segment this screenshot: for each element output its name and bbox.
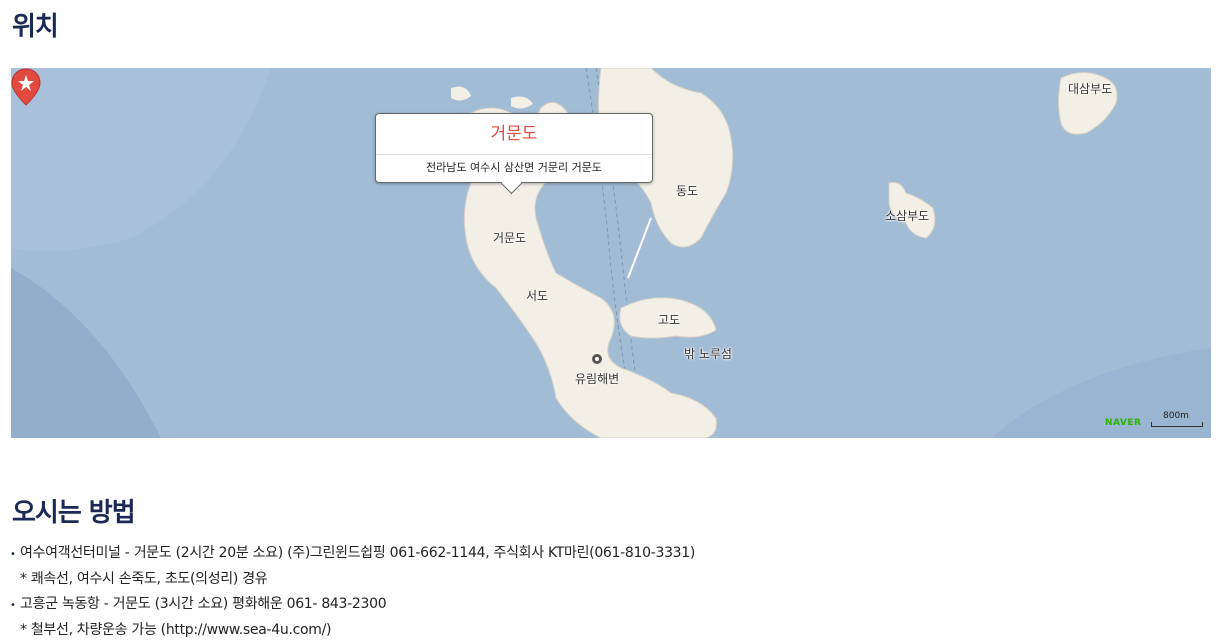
bullet-icon: • <box>10 600 16 611</box>
location-title: 위치 <box>12 12 59 42</box>
label-sosambudo: 소삼부도 <box>885 209 930 223</box>
bullet-icon: • <box>10 549 16 560</box>
label-geomundo: 거문도 <box>493 231 527 245</box>
direction-note: * 쾌속선, 여수시 손죽도, 초도(의성리) 경유 <box>10 567 695 592</box>
direction-item: • 고흥군 녹동항 - 거문도 (3시간 소요) 평화해운 061- 843-23… <box>10 592 695 618</box>
label-bakkorusom: 밖 노루섬 <box>684 347 732 361</box>
map-scale: 800m <box>1151 411 1203 427</box>
scale-label: 800m <box>1163 411 1189 421</box>
direction-note: * 철부선, 차량운송 가능 (http://www.sea-4u.com/) <box>10 618 695 643</box>
beach-icon <box>592 354 602 364</box>
direction-note-text: * 쾌속선, 여수시 손죽도, 초도(의성리) 경유 <box>20 571 268 587</box>
scale-bar <box>1151 422 1203 427</box>
label-daesambudo: 대삼부도 <box>1068 82 1113 96</box>
label-seodo: 서도 <box>526 289 549 303</box>
direction-item: • 여수여객선터미널 - 거문도 (2시간 20분 소요) (주)그린윈드쉽핑 0… <box>10 541 695 567</box>
directions-title: 오시는 방법 <box>12 498 136 528</box>
map[interactable]: 거문도 동도 서도 고도 밖 노루섬 유림해변 대삼부도 소삼부도 거문도 전라… <box>11 68 1211 438</box>
direction-main: 여수여객선터미널 - 거문도 (2시간 20분 소요) (주)그린윈드쉽핑 06… <box>20 545 696 561</box>
location-popup[interactable]: 거문도 전라남도 여수시 삼산면 거문리 거문도 <box>375 113 653 195</box>
label-dongdo: 동도 <box>676 184 699 198</box>
direction-main: 고흥군 녹동항 - 거문도 (3시간 소요) 평화해운 061- 843-230… <box>20 596 387 612</box>
directions-list: • 여수여객선터미널 - 거문도 (2시간 20분 소요) (주)그린윈드쉽핑 0… <box>10 541 695 643</box>
location-marker-icon[interactable] <box>11 68 41 106</box>
direction-note-text: * 철부선, 차량운송 가능 (http://www.sea-4u.com/) <box>20 622 332 638</box>
label-godo: 고도 <box>658 313 681 327</box>
label-yurim-beach: 유림해변 <box>575 372 620 386</box>
naver-logo[interactable]: NAVER <box>1105 418 1141 428</box>
popup-title: 거문도 <box>376 114 652 155</box>
